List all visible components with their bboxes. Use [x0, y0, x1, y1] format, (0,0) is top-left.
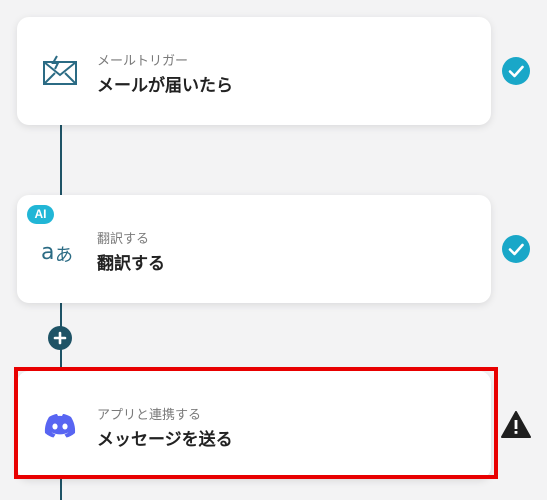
step-title: メッセージを送る [97, 430, 233, 450]
flow-connector [60, 124, 62, 196]
warning-icon [501, 411, 531, 438]
step-card-send-message[interactable]: アプリと連携する メッセージを送る [17, 371, 491, 479]
svg-text:a: a [41, 240, 54, 265]
check-icon [502, 57, 530, 85]
step-subtitle: メールトリガー [97, 54, 189, 69]
mail-trigger-icon [41, 55, 79, 89]
ai-badge: AI [27, 205, 54, 224]
step-card-mail-trigger[interactable]: メールトリガー メールが届いたら [17, 17, 491, 125]
step-subtitle: アプリと連携する [97, 408, 202, 423]
step-title: 翻訳する [97, 254, 165, 274]
step-card-translate[interactable]: a あ 翻訳する 翻訳する [17, 195, 491, 303]
flow-connector [60, 478, 62, 500]
translate-icon: a あ [41, 235, 79, 269]
discord-icon [43, 413, 81, 447]
svg-text:あ: あ [55, 245, 73, 266]
step-title: メールが届いたら [97, 76, 233, 96]
plus-icon [53, 331, 67, 345]
step-subtitle: 翻訳する [97, 232, 150, 247]
add-step-button[interactable] [48, 326, 72, 350]
check-icon [502, 235, 530, 263]
